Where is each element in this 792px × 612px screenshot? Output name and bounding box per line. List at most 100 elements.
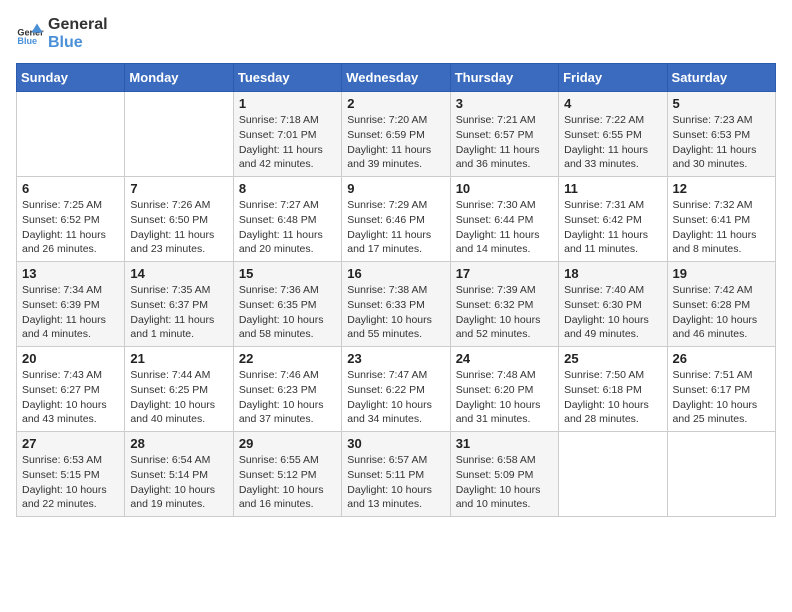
day-number: 10 — [456, 181, 553, 196]
day-number: 14 — [130, 266, 227, 281]
day-info: Sunrise: 7:21 AMSunset: 6:57 PMDaylight:… — [456, 113, 553, 172]
day-info: Sunrise: 7:26 AMSunset: 6:50 PMDaylight:… — [130, 198, 227, 257]
calendar-cell: 8Sunrise: 7:27 AMSunset: 6:48 PMDaylight… — [233, 177, 341, 262]
calendar-cell: 4 Sunrise: 7:22 AMSunset: 6:55 PMDaylight… — [559, 92, 667, 177]
calendar-cell: 26Sunrise: 7:51 AMSunset: 6:17 PMDayligh… — [667, 347, 775, 432]
day-info: Sunrise: 7:48 AMSunset: 6:20 PMDaylight:… — [456, 368, 553, 427]
day-info: Sunrise: 7:32 AMSunset: 6:41 PMDaylight:… — [673, 198, 770, 257]
day-info: Sunrise: 7:40 AMSunset: 6:30 PMDaylight:… — [564, 283, 661, 342]
day-number: 13 — [22, 266, 119, 281]
day-info: Sunrise: 7:29 AMSunset: 6:46 PMDaylight:… — [347, 198, 444, 257]
week-row-2: 6Sunrise: 7:25 AMSunset: 6:52 PMDaylight… — [17, 177, 776, 262]
day-info: Sunrise: 6:54 AMSunset: 5:14 PMDaylight:… — [130, 453, 227, 512]
day-info: Sunrise: 6:57 AMSunset: 5:11 PMDaylight:… — [347, 453, 444, 512]
calendar-cell: 14 Sunrise: 7:35 AMSunset: 6:37 PMDayligh… — [125, 262, 233, 347]
calendar-table: SundayMondayTuesdayWednesdayThursdayFrid… — [16, 63, 776, 517]
day-number: 7 — [130, 181, 227, 196]
calendar-cell: 7 Sunrise: 7:26 AMSunset: 6:50 PMDaylight… — [125, 177, 233, 262]
calendar-cell: 16 Sunrise: 7:38 AMSunset: 6:33 PMDayligh… — [342, 262, 450, 347]
week-row-3: 13 Sunrise: 7:34 AMSunset: 6:39 PMDayligh… — [17, 262, 776, 347]
day-number: 20 — [22, 351, 119, 366]
calendar-cell: 2 Sunrise: 7:20 AMSunset: 6:59 PMDaylight… — [342, 92, 450, 177]
week-row-1: 1Sunrise: 7:18 AMSunset: 7:01 PMDaylight… — [17, 92, 776, 177]
day-number: 23 — [347, 351, 444, 366]
day-info: Sunrise: 6:58 AMSunset: 5:09 PMDaylight:… — [456, 453, 553, 512]
calendar-cell: 15Sunrise: 7:36 AMSunset: 6:35 PMDayligh… — [233, 262, 341, 347]
day-number: 8 — [239, 181, 336, 196]
day-info: Sunrise: 7:23 AMSunset: 6:53 PMDaylight:… — [673, 113, 770, 172]
calendar-cell: 5 Sunrise: 7:23 AMSunset: 6:53 PMDaylight… — [667, 92, 775, 177]
day-header-sunday: Sunday — [17, 64, 125, 92]
day-header-monday: Monday — [125, 64, 233, 92]
calendar-cell: 17 Sunrise: 7:39 AMSunset: 6:32 PMDayligh… — [450, 262, 558, 347]
day-info: Sunrise: 7:18 AMSunset: 7:01 PMDaylight:… — [239, 113, 336, 172]
week-row-5: 27 Sunrise: 6:53 AMSunset: 5:15 PMDayligh… — [17, 432, 776, 517]
header-row: SundayMondayTuesdayWednesdayThursdayFrid… — [17, 64, 776, 92]
day-number: 12 — [673, 181, 770, 196]
calendar-cell: 13 Sunrise: 7:34 AMSunset: 6:39 PMDayligh… — [17, 262, 125, 347]
day-info: Sunrise: 7:25 AMSunset: 6:52 PMDaylight:… — [22, 198, 119, 257]
calendar-cell: 28 Sunrise: 6:54 AMSunset: 5:14 PMDayligh… — [125, 432, 233, 517]
day-number: 9 — [347, 181, 444, 196]
day-info: Sunrise: 7:22 AMSunset: 6:55 PMDaylight:… — [564, 113, 661, 172]
day-info: Sunrise: 7:46 AMSunset: 6:23 PMDaylight:… — [239, 368, 336, 427]
day-number: 24 — [456, 351, 553, 366]
day-number: 15 — [239, 266, 336, 281]
calendar-cell: 18Sunrise: 7:40 AMSunset: 6:30 PMDayligh… — [559, 262, 667, 347]
day-info: Sunrise: 7:39 AMSunset: 6:32 PMDaylight:… — [456, 283, 553, 342]
day-info: Sunrise: 7:47 AMSunset: 6:22 PMDaylight:… — [347, 368, 444, 427]
calendar-cell: 24 Sunrise: 7:48 AMSunset: 6:20 PMDayligh… — [450, 347, 558, 432]
week-row-4: 20 Sunrise: 7:43 AMSunset: 6:27 PMDayligh… — [17, 347, 776, 432]
day-number: 28 — [130, 436, 227, 451]
calendar-cell: 10 Sunrise: 7:30 AMSunset: 6:44 PMDayligh… — [450, 177, 558, 262]
day-info: Sunrise: 7:30 AMSunset: 6:44 PMDaylight:… — [456, 198, 553, 257]
calendar-cell: 6Sunrise: 7:25 AMSunset: 6:52 PMDaylight… — [17, 177, 125, 262]
day-number: 26 — [673, 351, 770, 366]
day-number: 27 — [22, 436, 119, 451]
calendar-cell: 25Sunrise: 7:50 AMSunset: 6:18 PMDayligh… — [559, 347, 667, 432]
day-info: Sunrise: 7:44 AMSunset: 6:25 PMDaylight:… — [130, 368, 227, 427]
day-info: Sunrise: 7:35 AMSunset: 6:37 PMDaylight:… — [130, 283, 227, 342]
calendar-header: SundayMondayTuesdayWednesdayThursdayFrid… — [17, 64, 776, 92]
day-number: 19 — [673, 266, 770, 281]
page-header: General Blue General Blue — [16, 16, 776, 51]
calendar-cell: 21Sunrise: 7:44 AMSunset: 6:25 PMDayligh… — [125, 347, 233, 432]
day-number: 31 — [456, 436, 553, 451]
calendar-cell: 3Sunrise: 7:21 AMSunset: 6:57 PMDaylight… — [450, 92, 558, 177]
day-info: Sunrise: 7:20 AMSunset: 6:59 PMDaylight:… — [347, 113, 444, 172]
day-info: Sunrise: 6:55 AMSunset: 5:12 PMDaylight:… — [239, 453, 336, 512]
day-header-saturday: Saturday — [667, 64, 775, 92]
logo-icon: General Blue — [16, 20, 44, 48]
logo: General Blue General Blue — [16, 16, 108, 51]
calendar-cell: 30Sunrise: 6:57 AMSunset: 5:11 PMDayligh… — [342, 432, 450, 517]
day-number: 17 — [456, 266, 553, 281]
day-number: 5 — [673, 96, 770, 111]
svg-text:Blue: Blue — [17, 35, 37, 45]
day-info: Sunrise: 7:42 AMSunset: 6:28 PMDaylight:… — [673, 283, 770, 342]
day-info: Sunrise: 7:38 AMSunset: 6:33 PMDaylight:… — [347, 283, 444, 342]
calendar-cell: 20 Sunrise: 7:43 AMSunset: 6:27 PMDayligh… — [17, 347, 125, 432]
calendar-cell: 23 Sunrise: 7:47 AMSunset: 6:22 PMDayligh… — [342, 347, 450, 432]
calendar-cell — [559, 432, 667, 517]
day-number: 2 — [347, 96, 444, 111]
calendar-cell: 27 Sunrise: 6:53 AMSunset: 5:15 PMDayligh… — [17, 432, 125, 517]
calendar-cell — [125, 92, 233, 177]
day-info: Sunrise: 7:31 AMSunset: 6:42 PMDaylight:… — [564, 198, 661, 257]
logo-blue-text: Blue — [48, 34, 108, 52]
day-number: 22 — [239, 351, 336, 366]
calendar-cell: 9 Sunrise: 7:29 AMSunset: 6:46 PMDaylight… — [342, 177, 450, 262]
day-number: 29 — [239, 436, 336, 451]
day-number: 11 — [564, 181, 661, 196]
calendar-cell: 12 Sunrise: 7:32 AMSunset: 6:41 PMDayligh… — [667, 177, 775, 262]
day-header-wednesday: Wednesday — [342, 64, 450, 92]
calendar-cell: 11 Sunrise: 7:31 AMSunset: 6:42 PMDayligh… — [559, 177, 667, 262]
day-header-friday: Friday — [559, 64, 667, 92]
calendar-cell — [17, 92, 125, 177]
day-info: Sunrise: 7:34 AMSunset: 6:39 PMDaylight:… — [22, 283, 119, 342]
day-info: Sunrise: 7:43 AMSunset: 6:27 PMDaylight:… — [22, 368, 119, 427]
day-info: Sunrise: 6:53 AMSunset: 5:15 PMDaylight:… — [22, 453, 119, 512]
day-header-tuesday: Tuesday — [233, 64, 341, 92]
calendar-body: 1Sunrise: 7:18 AMSunset: 7:01 PMDaylight… — [17, 92, 776, 517]
day-number: 16 — [347, 266, 444, 281]
day-number: 4 — [564, 96, 661, 111]
